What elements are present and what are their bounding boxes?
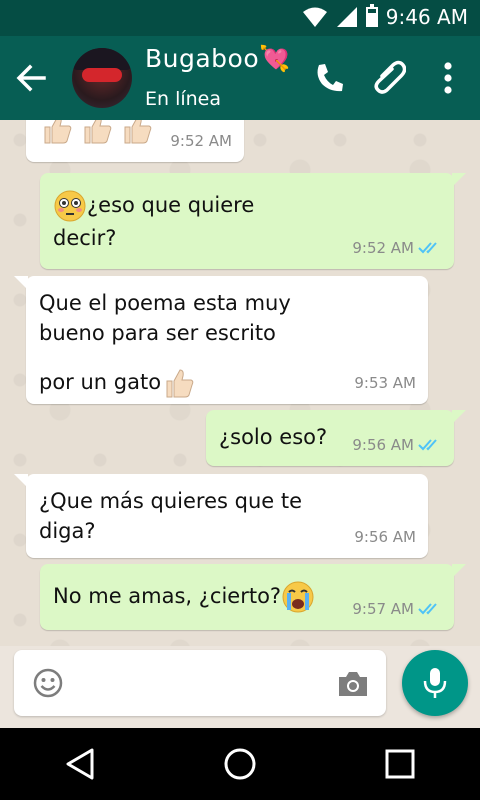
nav-recent-icon[interactable] (382, 746, 418, 782)
crying-face-emoji-icon (282, 581, 314, 613)
battery-fill (367, 13, 376, 25)
message-line: decir? (53, 226, 117, 250)
message-line: ¿eso que quiere (87, 193, 255, 217)
flushed-face-emoji-icon (54, 190, 86, 222)
message-line: bueno para ser escrito (39, 321, 276, 345)
double-check-icon (418, 439, 437, 451)
thumbs-up-emoji-icon (84, 120, 112, 144)
contact-name[interactable]: Bugaboo💘 (145, 44, 291, 74)
mic-button[interactable] (402, 650, 468, 716)
nav-home-icon[interactable] (222, 746, 258, 782)
thumbs-up-emoji-icon (124, 120, 152, 144)
message-text (39, 120, 153, 146)
thumbs-up-emoji-icon (44, 120, 72, 144)
avatar-mask (82, 68, 122, 82)
message-meta: 9:52 AM (352, 233, 442, 263)
battery-icon (365, 4, 378, 27)
message-meta: 9:57 AM (352, 594, 442, 624)
paperclip-icon[interactable] (372, 60, 406, 96)
message-line: diga? (39, 519, 96, 543)
message-composer (14, 650, 386, 716)
more-vert-icon[interactable] (436, 60, 460, 96)
message-text: Que el poema esta muy bueno para ser esc… (39, 288, 291, 400)
contact-status: En línea (145, 88, 222, 110)
message-outgoing[interactable]: ¿eso que quiere decir? 9:52 AM (40, 173, 466, 269)
message-line: ¿solo eso? (219, 425, 328, 449)
chat-area[interactable]: 9:52 AM ¿eso que quiere decir? 9:52 AM Q… (0, 120, 480, 646)
double-check-icon (418, 603, 437, 615)
message-text: ¿solo eso? (219, 422, 327, 452)
message-incoming[interactable]: Que el poema esta muy bueno para ser esc… (14, 276, 428, 404)
message-text: No me amas, ¿cierto? (53, 580, 315, 614)
signal-icon (336, 7, 357, 27)
status-icons: 9:46 AM (302, 4, 468, 29)
message-meta: 9:56 AM (352, 430, 442, 460)
mic-icon (423, 668, 447, 698)
message-meta: 9:56 AM (354, 522, 416, 552)
status-time: 9:46 AM (385, 5, 468, 29)
message-time: 9:52 AM (170, 132, 232, 150)
system-nav-bar (0, 728, 480, 800)
wifi-icon (302, 7, 327, 27)
message-meta: 9:52 AM (170, 126, 232, 156)
back-arrow-icon[interactable] (14, 58, 48, 98)
message-time: 9:57 AM (352, 600, 414, 618)
message-outgoing[interactable]: ¿solo eso? 9:56 AM (206, 410, 466, 466)
avatar-hair (72, 48, 132, 70)
message-line: Que el poema esta muy (39, 291, 291, 315)
message-text: ¿Que más quieres que te diga? (39, 486, 302, 546)
message-time: 9:52 AM (352, 239, 414, 257)
status-bar: 9:46 AM (0, 0, 480, 36)
message-line: ¿Que más quieres que te (39, 489, 303, 513)
double-check-icon (418, 242, 437, 254)
message-incoming[interactable]: 9:52 AM (26, 120, 244, 162)
avatar[interactable] (72, 48, 132, 108)
message-time: 9:53 AM (354, 374, 416, 392)
message-outgoing[interactable]: No me amas, ¿cierto? 9:57 AM (40, 564, 466, 630)
message-line: por un gato (39, 370, 162, 394)
camera-icon[interactable] (336, 669, 370, 699)
message-line: No me amas, ¿cierto? (53, 584, 282, 608)
message-incoming[interactable]: ¿Que más quieres que te diga? 9:56 AM (14, 474, 428, 558)
nav-back-icon[interactable] (62, 746, 98, 782)
message-text: ¿eso que quiere decir? (53, 189, 254, 253)
thumbs-up-emoji-icon (166, 369, 194, 398)
emoji-icon[interactable] (32, 667, 64, 699)
message-meta: 9:53 AM (354, 368, 416, 398)
chat-header: Bugaboo💘 En línea (0, 36, 480, 120)
message-input[interactable] (76, 664, 332, 702)
message-time: 9:56 AM (352, 436, 414, 454)
message-time: 9:56 AM (354, 528, 416, 546)
phone-icon[interactable] (312, 60, 346, 96)
